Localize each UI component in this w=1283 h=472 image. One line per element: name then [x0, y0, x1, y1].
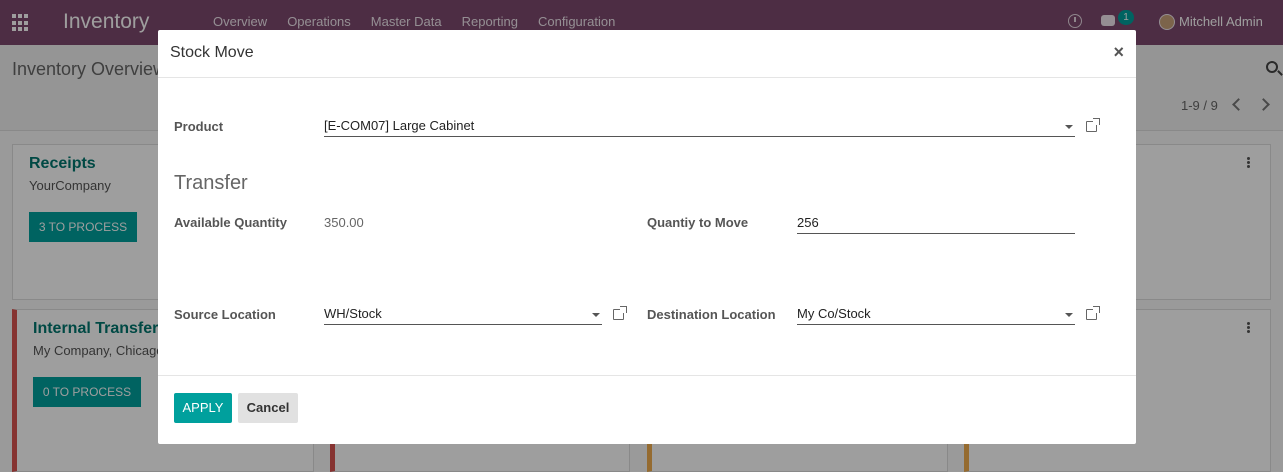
source-location-label: Source Location — [174, 307, 276, 322]
quantity-to-move-label: Quantiy to Move — [647, 215, 749, 230]
dialog-header: Stock Move × — [158, 30, 1136, 78]
available-quantity-value: 350.00 — [324, 215, 364, 230]
destination-location-label: Destination Location — [647, 307, 776, 322]
dialog-footer: APPLY Cancel — [158, 375, 1136, 444]
product-value: [E-COM07] Large Cabinet — [324, 118, 475, 133]
section-title-transfer: Transfer — [174, 172, 248, 194]
available-quantity-label: Available Quantity — [174, 215, 287, 230]
apply-button[interactable]: APPLY — [174, 393, 232, 423]
source-location-value: WH/Stock — [324, 306, 382, 321]
source-location-field[interactable]: WH/Stock — [324, 303, 602, 325]
product-field[interactable]: [E-COM07] Large Cabinet — [324, 115, 1075, 137]
external-link-icon[interactable] — [1086, 118, 1100, 132]
quantity-to-move-input[interactable]: 256 — [797, 212, 1075, 234]
destination-location-field[interactable]: My Co/Stock — [797, 303, 1075, 325]
dialog-title: Stock Move — [170, 44, 254, 61]
caret-down-icon[interactable] — [1065, 125, 1073, 129]
caret-down-icon[interactable] — [592, 313, 600, 317]
close-icon[interactable]: × — [1113, 42, 1124, 63]
quantity-to-move-value: 256 — [797, 215, 819, 230]
stock-move-dialog: Stock Move × Product [E-COM07] Large Cab… — [158, 30, 1136, 444]
caret-down-icon[interactable] — [1065, 313, 1073, 317]
external-link-icon[interactable] — [1086, 306, 1100, 320]
external-link-icon[interactable] — [613, 306, 627, 320]
product-label: Product — [174, 119, 224, 134]
destination-location-value: My Co/Stock — [797, 306, 871, 321]
cancel-button[interactable]: Cancel — [238, 393, 298, 423]
